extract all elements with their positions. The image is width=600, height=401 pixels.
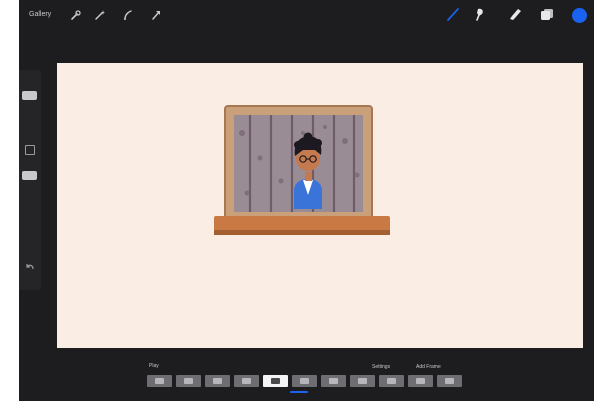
transform-arrow-icon[interactable]: [150, 9, 162, 21]
frame-thumbnail: [445, 378, 454, 384]
undo-button[interactable]: [24, 260, 36, 272]
timeline-frame[interactable]: [408, 375, 433, 387]
opacity-slider[interactable]: [22, 171, 37, 180]
timeline-frame[interactable]: [147, 375, 172, 387]
frame-thumbnail: [300, 378, 309, 384]
undo-icon: [26, 264, 34, 270]
layers-icon[interactable]: [539, 6, 555, 22]
timeline-frame[interactable]: [263, 375, 288, 387]
frame-thumbnail: [242, 378, 251, 384]
selection-icon[interactable]: [122, 9, 134, 21]
frame-strip: [147, 375, 462, 387]
drawing-canvas[interactable]: [57, 63, 583, 348]
top-toolbar: Gallery: [19, 0, 594, 32]
timeline-frame[interactable]: [176, 375, 201, 387]
frame-thumbnail: [387, 378, 396, 384]
frame-thumbnail: [271, 378, 280, 384]
sidebar: [19, 70, 41, 290]
frame-thumbnail: [329, 378, 338, 384]
timeline-frame[interactable]: [379, 375, 404, 387]
brush-size-slider[interactable]: [22, 91, 37, 100]
timeline-frame[interactable]: [321, 375, 346, 387]
timeline-settings-button[interactable]: Settings: [372, 364, 390, 370]
artwork-window-scene: [214, 105, 390, 235]
magic-wand-icon[interactable]: [94, 9, 106, 21]
frame-thumbnail: [416, 378, 425, 384]
frame-thumbnail: [155, 378, 164, 384]
modify-button[interactable]: [25, 145, 35, 155]
procreate-app: Gallery Play Settings Add Frame: [19, 0, 594, 401]
timeline-frame[interactable]: [350, 375, 375, 387]
frame-thumbnail: [213, 378, 222, 384]
onion-skin-indicator: [290, 391, 308, 393]
wrench-icon[interactable]: [70, 9, 82, 21]
timeline-frame[interactable]: [292, 375, 317, 387]
frame-thumbnail: [184, 378, 193, 384]
animation-timeline: Play Settings Add Frame: [147, 357, 465, 395]
play-button[interactable]: Play: [149, 363, 159, 369]
smudge-icon[interactable]: [471, 6, 487, 22]
brush-icon[interactable]: [445, 6, 461, 22]
frame-thumbnail: [358, 378, 367, 384]
gallery-button[interactable]: Gallery: [29, 11, 51, 18]
eraser-icon[interactable]: [507, 6, 523, 22]
timeline-frame[interactable]: [234, 375, 259, 387]
timeline-frame[interactable]: [205, 375, 230, 387]
color-picker-button[interactable]: [572, 8, 587, 23]
add-frame-button[interactable]: Add Frame: [416, 364, 441, 370]
timeline-frame[interactable]: [437, 375, 462, 387]
